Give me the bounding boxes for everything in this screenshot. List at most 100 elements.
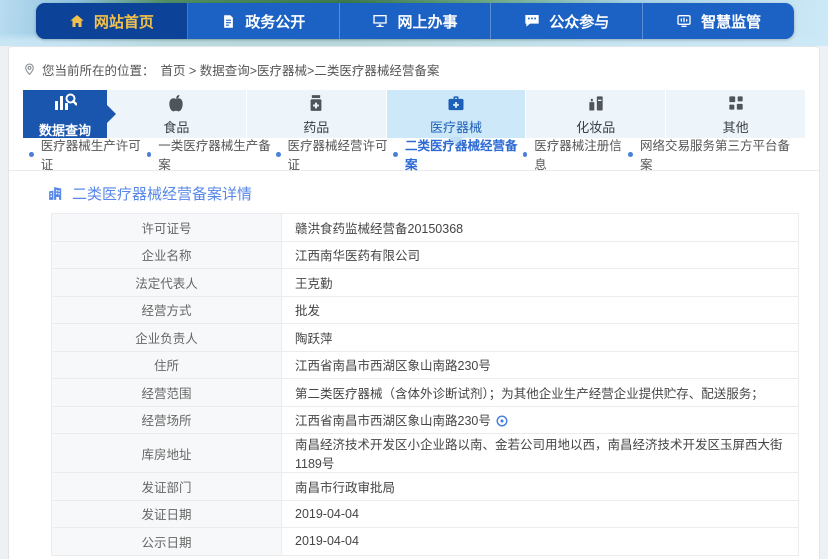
nav-item-label: 网站首页 <box>94 11 154 32</box>
row-label: 公示日期 <box>52 528 282 556</box>
bullet-dot-icon <box>29 152 34 157</box>
category-tabstrip: 数据查询 食品 药品 医疗器械化妆品 其他 <box>23 90 805 138</box>
row-value: 陶跃萍 <box>295 332 333 346</box>
detail-table: 许可证号赣洪食药监械经营备20150368企业名称江西南华医药有限公司法定代表人… <box>51 213 799 556</box>
subnav-link-1[interactable]: 医疗器械生产许可证 <box>29 135 147 173</box>
subnav-link-label: 医疗器械注册信息 <box>534 135 628 173</box>
top-nav: 网站首页 政务公开网上办事公众参与 智慧监管 <box>36 3 794 39</box>
page-title-text: 二类医疗器械经营备案详情 <box>72 183 252 204</box>
tab-label: 药品 <box>303 117 329 136</box>
sub-nav: 医疗器械生产许可证一类医疗器械生产备案医疗器械经营许可证二类医疗器械经营备案医疗… <box>9 138 819 171</box>
bullet-dot-icon <box>147 152 152 157</box>
tab-1[interactable]: 食品 <box>107 90 247 138</box>
bullet-dot-icon <box>393 152 398 157</box>
row-value: 江西南华医药有限公司 <box>295 249 420 263</box>
document-icon <box>221 14 236 29</box>
data-search-icon <box>53 90 77 117</box>
row-label: 发证日期 <box>52 500 282 528</box>
row-value: 2019-04-04 <box>295 507 359 521</box>
row-label: 许可证号 <box>52 214 282 242</box>
row-value-cell: 陶跃萍 <box>282 324 799 352</box>
breadcrumb: 您当前所在的位置： 首页 > 数据查询>医疗器械>二类医疗器械经营备案 <box>9 47 819 88</box>
row-value-cell: 第二类医疗器械（含体外诊断试剂）；为其他企业生产经营企业提供贮存、配送服务； <box>282 379 799 407</box>
tab-2[interactable]: 药品 <box>247 90 387 138</box>
tab-3[interactable]: 医疗器械 <box>387 90 527 138</box>
row-value: 2019-04-04 <box>295 534 359 548</box>
bullet-dot-icon <box>523 152 528 157</box>
row-label: 经营范围 <box>52 379 282 407</box>
row-value: 第二类医疗器械（含体外诊断试剂）；为其他企业生产经营企业提供贮存、配送服务； <box>295 387 764 401</box>
chat-icon <box>524 13 540 29</box>
row-label: 发证部门 <box>52 473 282 501</box>
row-value-cell: 批发 <box>282 296 799 324</box>
table-row: 经营场所江西省南昌市西湖区象山南路230号 <box>52 406 799 434</box>
content-card: 您当前所在的位置： 首页 > 数据查询>医疗器械>二类医疗器械经营备案 数据查询… <box>8 46 820 559</box>
row-value: 江西省南昌市西湖区象山南路230号 <box>295 414 491 428</box>
location-pin-icon <box>23 63 36 76</box>
nav-item-1[interactable]: 网站首页 <box>36 3 188 39</box>
nav-item-3[interactable]: 网上办事 <box>340 3 492 39</box>
tab-label: 其他 <box>723 117 749 136</box>
subnav-link-6[interactable]: 网络交易服务第三方平台备案 <box>628 135 793 173</box>
row-value-cell: 江西省南昌市西湖区象山南路230号 <box>282 351 799 379</box>
row-value-cell: 2019-04-04 <box>282 500 799 528</box>
grid-icon <box>726 93 746 113</box>
row-label: 住所 <box>52 351 282 379</box>
row-value: 南昌市行政审批局 <box>295 481 395 495</box>
map-location-icon[interactable] <box>495 414 509 428</box>
row-value-cell: 赣洪食药监械经营备20150368 <box>282 214 799 242</box>
medkit-icon <box>446 93 466 113</box>
subnav-link-label: 医疗器械生产许可证 <box>41 135 147 173</box>
tab-label: 食品 <box>163 117 189 136</box>
table-row: 库房地址南昌经济技术开发区小企业路以南、金若公司用地以西，南昌经济技术开发区玉屏… <box>52 434 799 473</box>
row-label: 企业名称 <box>52 241 282 269</box>
tab-4[interactable]: 化妆品 <box>526 90 666 138</box>
row-value-cell: 2019-04-04 <box>282 528 799 556</box>
nav-item-4[interactable]: 公众参与 <box>491 3 643 39</box>
row-value-cell: 江西南华医药有限公司 <box>282 241 799 269</box>
bullet-dot-icon <box>276 152 281 157</box>
tab-5[interactable]: 其他 <box>666 90 805 138</box>
row-label: 企业负责人 <box>52 324 282 352</box>
subnav-link-5[interactable]: 医疗器械注册信息 <box>523 135 629 173</box>
row-label: 经营方式 <box>52 296 282 324</box>
table-row: 许可证号赣洪食药监械经营备20150368 <box>52 214 799 242</box>
tab-data-query-label: 数据查询 <box>39 120 91 139</box>
monitor-icon <box>372 13 388 29</box>
table-row: 发证部门南昌市行政审批局 <box>52 473 799 501</box>
header-photo: 网站首页 政务公开网上办事公众参与 智慧监管 <box>0 0 828 46</box>
row-value-cell: 南昌市行政审批局 <box>282 473 799 501</box>
page-title: 二类医疗器械经营备案详情 <box>47 183 819 204</box>
subnav-link-3[interactable]: 医疗器械经营许可证 <box>276 135 394 173</box>
table-row: 经营范围第二类医疗器械（含体外诊断试剂）；为其他企业生产经营企业提供贮存、配送服… <box>52 379 799 407</box>
row-value: 王克勤 <box>295 277 333 291</box>
subnav-link-label: 一类医疗器械生产备案 <box>158 135 276 173</box>
tab-data-query[interactable]: 数据查询 <box>23 90 107 138</box>
bullet-dot-icon <box>628 152 633 157</box>
row-value-cell: 江西省南昌市西湖区象山南路230号 <box>282 406 799 434</box>
screen-icon <box>676 13 692 29</box>
row-label: 法定代表人 <box>52 269 282 297</box>
table-row: 公示日期 2019-04-04 <box>52 528 799 556</box>
home-icon <box>69 13 85 29</box>
food-icon <box>166 93 186 113</box>
nav-item-2[interactable]: 政务公开 <box>188 3 340 39</box>
table-row: 发证日期 2019-04-04 <box>52 500 799 528</box>
row-value: 赣洪食药监械经营备20150368 <box>295 222 463 236</box>
row-value-cell: 王克勤 <box>282 269 799 297</box>
table-row: 法定代表人王克勤 <box>52 269 799 297</box>
breadcrumb-path[interactable]: 首页 > 数据查询>医疗器械>二类医疗器械经营备案 <box>161 60 440 79</box>
row-label: 库房地址 <box>52 434 282 473</box>
row-value: 南昌经济技术开发区小企业路以南、金若公司用地以西，南昌经济技术开发区玉屏西大街1… <box>295 438 783 471</box>
nav-item-5[interactable]: 智慧监管 <box>643 3 794 39</box>
subnav-link-label: 网络交易服务第三方平台备案 <box>640 135 793 173</box>
table-row: 住所江西省南昌市西湖区象山南路230号 <box>52 351 799 379</box>
cosmetics-icon <box>586 93 606 113</box>
row-value: 江西省南昌市西湖区象山南路230号 <box>295 359 491 373</box>
subnav-link-label: 医疗器械经营许可证 <box>288 135 394 173</box>
row-value: 批发 <box>295 304 320 318</box>
tab-label: 化妆品 <box>576 117 615 136</box>
subnav-link-2[interactable]: 一类医疗器械生产备案 <box>147 135 276 173</box>
nav-item-label: 智慧监管 <box>701 11 761 32</box>
table-row: 经营方式批发 <box>52 296 799 324</box>
